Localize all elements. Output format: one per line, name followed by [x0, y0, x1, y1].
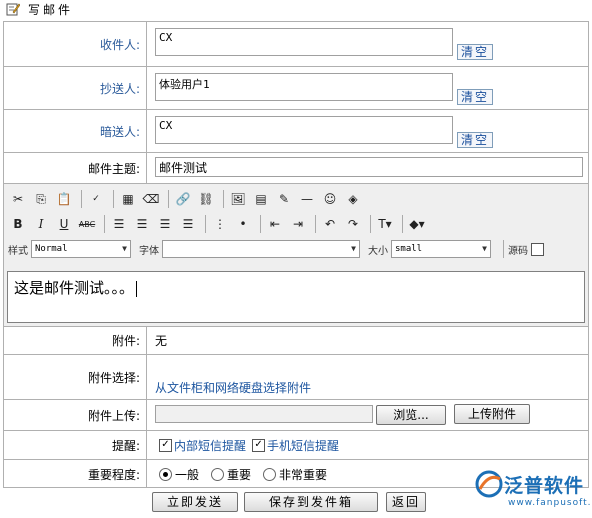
- attachment-row: 附件: 无: [4, 327, 588, 355]
- italic-icon[interactable]: I: [31, 214, 51, 234]
- bcc-input[interactable]: CX: [155, 116, 453, 144]
- page-title: 写邮件: [28, 3, 74, 17]
- editor-toolbar-row3: 样式 Normal ▼ 字体 ▼ 大小 small ▼ 源码: [8, 238, 546, 260]
- spellcheck-icon[interactable]: ✓: [86, 189, 106, 209]
- subject-row: 邮件主题:: [4, 153, 588, 184]
- editor-content[interactable]: 这是邮件测试。。。: [7, 271, 585, 323]
- logo-name: 泛普软件: [504, 475, 585, 497]
- importance-normal-radio[interactable]: 一般: [159, 466, 199, 483]
- image-icon[interactable]: 🖼: [228, 189, 248, 209]
- subject-label: 邮件主题:: [4, 153, 147, 183]
- attachment-value: 无: [155, 334, 168, 348]
- to-label: 收件人:: [4, 22, 147, 66]
- eraser-icon[interactable]: ⌫: [141, 189, 161, 209]
- browse-button[interactable]: 浏览...: [376, 405, 446, 425]
- internal-sms-checkbox[interactable]: ✓ 内部短信提醒: [159, 437, 246, 454]
- send-now-button[interactable]: 立即发送: [152, 492, 238, 512]
- attach-select-row: 附件选择: 从文件柜和网络硬盘选择附件: [4, 355, 588, 400]
- source-label: 源码: [508, 245, 528, 257]
- save-to-outbox-button[interactable]: 保存到发件箱: [244, 492, 378, 512]
- text-color-icon[interactable]: T▾: [375, 214, 395, 234]
- cc-row: 抄送人: 体验用户1 清空: [4, 67, 588, 110]
- select-attachment-link[interactable]: 从文件柜和网络硬盘选择附件: [155, 379, 311, 396]
- underline-icon[interactable]: U: [54, 214, 74, 234]
- subject-input[interactable]: [155, 157, 583, 177]
- to-input[interactable]: CX: [155, 28, 453, 56]
- compose-icon: [6, 3, 20, 16]
- font-label: 字体: [139, 245, 159, 257]
- importance-high-radio[interactable]: 重要: [211, 466, 251, 483]
- horizontal-rule-icon[interactable]: —: [297, 189, 317, 209]
- cut-icon[interactable]: ✂: [8, 189, 28, 209]
- attach-upload-row: 附件上传: 浏览... 上传附件: [4, 400, 588, 431]
- redo-icon[interactable]: ↷: [343, 214, 363, 234]
- special-char-icon[interactable]: ◈: [343, 189, 363, 209]
- edit-icon[interactable]: ✎: [274, 189, 294, 209]
- rich-text-editor: ✂ ⎘ 📋 ✓ ▦ ⌫ 🔗 ⛓ 🖼 ▤ ✎ — ☺ ◈ B I U ABC ☰: [4, 184, 588, 327]
- bg-color-icon[interactable]: ◆▾: [407, 214, 427, 234]
- align-center-icon[interactable]: ☰: [132, 214, 152, 234]
- to-clear-button[interactable]: 清空: [457, 44, 493, 60]
- undo-icon[interactable]: ↶: [320, 214, 340, 234]
- unlink-icon[interactable]: ⛓: [196, 189, 216, 209]
- importance-label: 重要程度:: [4, 460, 147, 488]
- importance-urgent-radio[interactable]: 非常重要: [263, 466, 327, 483]
- table-icon[interactable]: ▤: [251, 189, 271, 209]
- outdent-icon[interactable]: ⇤: [265, 214, 285, 234]
- logo-mark-icon: [475, 470, 503, 498]
- cc-input[interactable]: 体验用户1: [155, 73, 453, 101]
- indent-icon[interactable]: ⇥: [288, 214, 308, 234]
- to-row: 收件人: CX 清空: [4, 22, 588, 67]
- align-left-icon[interactable]: ☰: [109, 214, 129, 234]
- back-button[interactable]: 返回: [386, 492, 426, 512]
- compose-form: 收件人: CX 清空 抄送人: 体验用户1 清空 暗送人: CX 清空 邮件主题…: [3, 21, 589, 488]
- cc-clear-button[interactable]: 清空: [457, 89, 493, 105]
- attach-upload-label: 附件上传:: [4, 400, 147, 430]
- ordered-list-icon[interactable]: ⋮: [210, 214, 230, 234]
- size-select[interactable]: small ▼: [391, 240, 491, 258]
- style-select[interactable]: Normal ▼: [31, 240, 131, 258]
- select-all-icon[interactable]: ▦: [118, 189, 138, 209]
- attachment-label: 附件:: [4, 327, 147, 354]
- file-path-input[interactable]: [155, 405, 373, 423]
- reminder-row: 提醒: ✓ 内部短信提醒 ✓ 手机短信提醒: [4, 431, 588, 460]
- unordered-list-icon[interactable]: •: [233, 214, 253, 234]
- mobile-sms-checkbox[interactable]: ✓ 手机短信提醒: [252, 437, 339, 454]
- strikethrough-icon[interactable]: ABC: [77, 214, 97, 234]
- align-right-icon[interactable]: ☰: [155, 214, 175, 234]
- bcc-row: 暗送人: CX 清空: [4, 110, 588, 153]
- bcc-label: 暗送人:: [4, 110, 147, 152]
- reminder-label: 提醒:: [4, 431, 147, 459]
- attach-select-label: 附件选择:: [4, 355, 147, 399]
- upload-attachment-button[interactable]: 上传附件: [454, 404, 530, 424]
- editor-toolbar-row1: ✂ ⎘ 📋 ✓ ▦ ⌫ 🔗 ⛓ 🖼 ▤ ✎ — ☺ ◈: [8, 188, 366, 210]
- brand-logo: 泛普软件 www.fanpusoft.com: [474, 467, 592, 515]
- copy-icon[interactable]: ⎘: [31, 189, 51, 209]
- editor-toolbar-row2: B I U ABC ☰ ☰ ☰ ☰ ⋮ • ⇤ ⇥ ↶ ↷ T▾ ◆▾: [8, 213, 430, 235]
- page-header: 写邮件: [0, 0, 592, 20]
- link-icon[interactable]: 🔗: [173, 189, 193, 209]
- bcc-clear-button[interactable]: 清空: [457, 132, 493, 148]
- font-select[interactable]: ▼: [162, 240, 360, 258]
- bold-icon[interactable]: B: [8, 214, 28, 234]
- source-checkbox[interactable]: [531, 242, 544, 256]
- size-label: 大小: [368, 245, 388, 257]
- style-label: 样式: [8, 245, 28, 257]
- paste-icon[interactable]: 📋: [54, 189, 74, 209]
- cc-label: 抄送人:: [4, 67, 147, 109]
- smiley-icon[interactable]: ☺: [320, 189, 340, 209]
- logo-url: www.fanpusoft.com: [508, 498, 592, 508]
- justify-icon[interactable]: ☰: [178, 214, 198, 234]
